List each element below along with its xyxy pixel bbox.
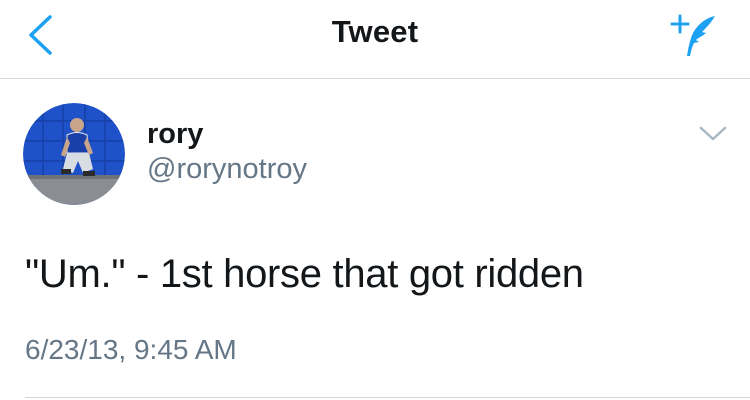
tweet-timestamp: 6/23/13, 9:45 AM (25, 334, 237, 365)
compose-tweet-icon (670, 14, 715, 56)
compose-tweet-button[interactable] (667, 10, 719, 62)
navigation-bar: Tweet (0, 0, 750, 79)
page-title: Tweet (331, 14, 419, 49)
author-handle[interactable]: @rorynotroy (147, 153, 307, 186)
author-name[interactable]: rory (147, 118, 203, 151)
tweet-menu-button[interactable] (697, 122, 729, 146)
tweet-detail-screen: Tweet rory @rorynotroy "Um." - 1st horse… (0, 0, 750, 400)
tweet-text: "Um." - 1st horse that got ridden (25, 252, 584, 296)
chevron-down-icon (699, 126, 727, 141)
divider (25, 397, 750, 398)
profile-photo (23, 103, 125, 205)
avatar[interactable] (23, 103, 125, 205)
